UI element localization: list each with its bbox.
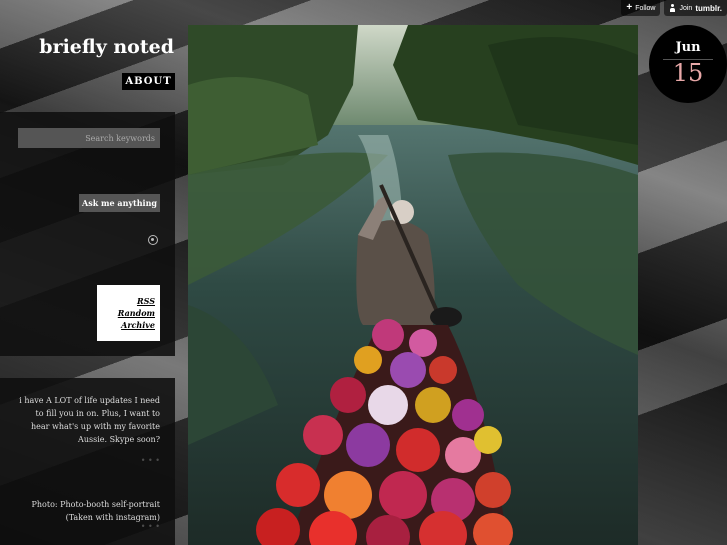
rss-link[interactable]: RSS bbox=[137, 295, 155, 307]
archive-link[interactable]: Archive bbox=[121, 319, 155, 331]
tumblr-brand: tumblr. bbox=[695, 3, 722, 13]
post-date-badge[interactable]: Jun 15 bbox=[649, 25, 727, 103]
join-label: Join bbox=[679, 4, 693, 12]
search-input[interactable] bbox=[18, 128, 160, 148]
plus-icon: + bbox=[626, 2, 633, 13]
follow-label: Follow bbox=[635, 4, 656, 12]
ask-me-anything-button[interactable]: Ask me anything bbox=[79, 194, 160, 212]
date-month: Jun bbox=[675, 40, 701, 55]
person-icon bbox=[669, 4, 676, 12]
post-divider: • • • bbox=[140, 456, 160, 465]
photo-illustration bbox=[188, 25, 638, 545]
follow-button[interactable]: + Follow bbox=[621, 0, 661, 16]
date-day: 15 bbox=[672, 59, 704, 87]
join-tumblr-button[interactable]: Join tumblr. bbox=[664, 0, 727, 16]
sidebar-links: RSS Random Archive bbox=[97, 285, 160, 341]
tumblr-controls: + Follow Join tumblr. bbox=[621, 0, 727, 16]
circle-icon[interactable] bbox=[148, 235, 158, 245]
about-button[interactable]: ABOUT bbox=[122, 73, 175, 90]
post-text[interactable]: Photo: Photo-booth self-portrait (Taken … bbox=[18, 498, 161, 524]
main-photo[interactable] bbox=[188, 25, 638, 545]
random-link[interactable]: Random bbox=[118, 307, 155, 319]
post-divider: • • • bbox=[140, 522, 160, 531]
blog-title[interactable]: briefly noted bbox=[39, 36, 174, 58]
post-text[interactable]: i have A LOT of life updates I need to f… bbox=[18, 394, 160, 446]
